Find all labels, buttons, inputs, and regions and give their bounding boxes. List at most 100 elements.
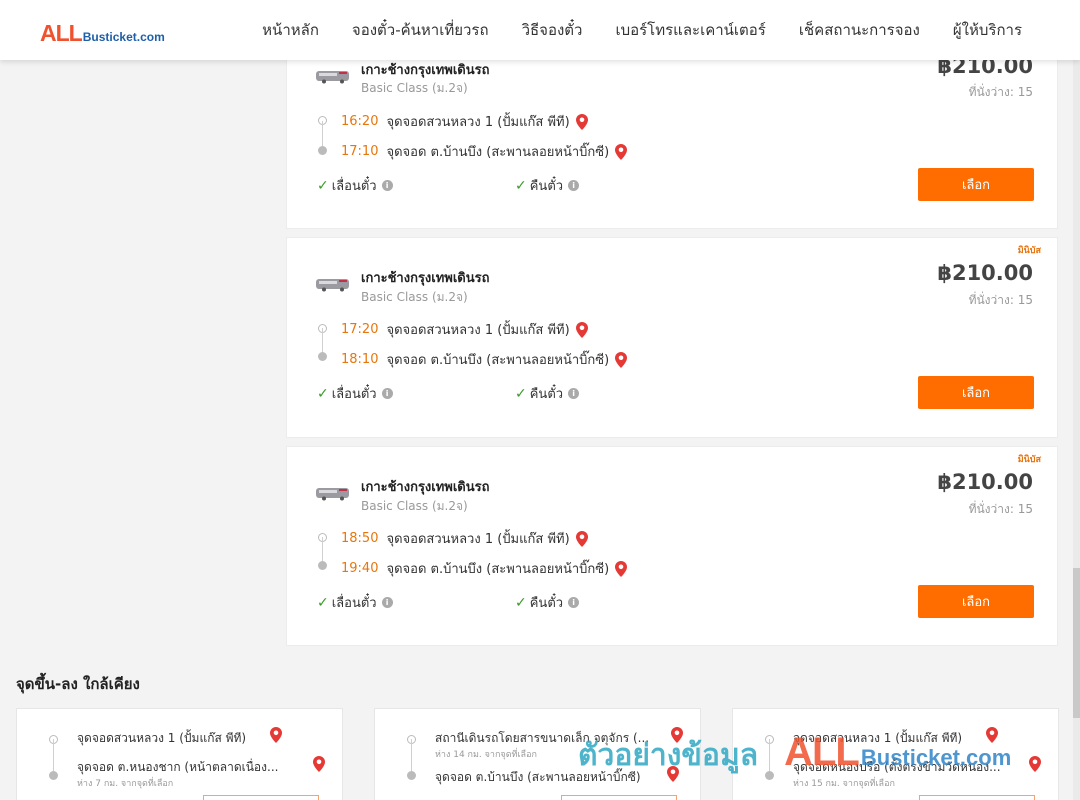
departure-time: 18:50 — [341, 531, 379, 546]
trip-price: ฿210.00 — [937, 470, 1033, 494]
select-trip-button[interactable]: เลือก — [918, 168, 1034, 201]
refund-policy: ✓ คืนตั๋ว i — [515, 175, 580, 196]
nearby-select-button[interactable] — [203, 795, 319, 800]
map-pin-icon[interactable] — [575, 321, 588, 338]
info-icon[interactable]: i — [381, 388, 393, 399]
route-name: เกาะช้างกรุงเทพเดินรถ — [361, 63, 490, 78]
bus-class: Basic Class (ม.2จ) — [361, 81, 468, 95]
refund-label: คืนตั๋ว — [529, 596, 564, 611]
check-icon: ✓ — [317, 385, 329, 402]
postpone-policy: ✓ เลื่อนตั๋ว i — [317, 175, 393, 196]
map-pin-icon[interactable] — [615, 143, 628, 160]
bus-operator-logo-icon — [316, 488, 349, 501]
arrival-row: 19:40 จุดจอด ต.บ้านบึง (สะพานลอยหน้าบิ๊ก… — [341, 558, 628, 579]
info-icon[interactable]: i — [381, 597, 393, 608]
nav-home[interactable]: หน้าหลัก — [262, 18, 319, 42]
postpone-label: เลื่อนตั๋ว — [331, 179, 377, 194]
seats-available: ที่นั่งว่าง: 15 — [968, 293, 1033, 307]
map-pin-icon[interactable] — [575, 530, 588, 547]
info-icon[interactable]: i — [568, 180, 580, 191]
bus-operator-logo-icon — [316, 279, 349, 292]
nav-book-search[interactable]: จองตั๋ว-ค้นหาเที่ยวรถ — [352, 18, 489, 42]
departure-row: 17:20 จุดจอดสวนหลวง 1 (ปั้มแก๊ส พีที) — [341, 319, 588, 340]
to-dot — [49, 771, 58, 780]
departure-stop: จุดจอดสวนหลวง 1 (ปั้มแก๊ส พีที) — [386, 532, 570, 547]
map-pin-icon[interactable] — [615, 351, 628, 368]
arrival-stop: จุดจอด ต.บ้านบึง (สะพานลอยหน้าบิ๊กซี) — [386, 145, 610, 160]
to-dot — [765, 771, 774, 780]
timeline-line — [322, 328, 323, 354]
map-pin-icon[interactable] — [313, 756, 325, 772]
nearby-from-distance: ห่าง 14 กม. จากจุดที่เลือก — [435, 750, 537, 760]
logo-all-text: ALL — [40, 20, 83, 46]
timeline-line — [411, 739, 412, 771]
refund-label: คืนตั๋ว — [529, 179, 564, 194]
seats-available: ที่นั่งว่าง: 15 — [968, 85, 1033, 99]
trip-tag: มินิบัส — [1017, 246, 1041, 256]
nearby-select-button[interactable] — [561, 795, 677, 800]
departure-row: 18:50 จุดจอดสวนหลวง 1 (ปั้มแก๊ส พีที) — [341, 528, 588, 549]
timeline-line — [322, 537, 323, 563]
info-icon[interactable]: i — [381, 180, 393, 191]
arrival-time: 17:10 — [341, 144, 379, 159]
nearby-from-stop: สถานีเดินรถโดยสารขนาดเล็ก จตุจักร (... — [435, 731, 650, 745]
map-pin-icon[interactable] — [671, 727, 683, 743]
refund-label: คืนตั๋ว — [529, 387, 564, 402]
info-icon[interactable]: i — [568, 388, 580, 399]
bus-class: Basic Class (ม.2จ) — [361, 499, 468, 513]
nav-how-to-book[interactable]: วิธีจองตั๋ว — [522, 18, 583, 42]
nearby-to-stop: จุดจอดหนองปรือ (ตั้งตรงข้ามวัดหนอง... — [793, 760, 1001, 774]
arrival-dot — [318, 146, 327, 155]
nearby-to-stop: จุดจอด ต.หนองชาก (หน้าตลาดเนื่อง... — [77, 760, 279, 774]
postpone-label: เลื่อนตั๋ว — [331, 387, 377, 402]
nearby-from-stop: จุดจอดสวนหลวง 1 (ปั้มแก๊ส พีที) — [793, 731, 963, 745]
nearby-to-distance: ห่าง 7 กม. จากจุดที่เลือก — [77, 779, 174, 789]
select-trip-button[interactable]: เลือก — [918, 585, 1034, 618]
check-icon: ✓ — [317, 177, 329, 194]
check-icon: ✓ — [515, 177, 527, 194]
info-icon[interactable]: i — [568, 597, 580, 608]
site-header: ALL Busticket.com หน้าหลัก จองตั๋ว-ค้นหา… — [0, 0, 1080, 60]
departure-time: 16:20 — [341, 114, 379, 129]
map-pin-icon[interactable] — [986, 727, 998, 743]
arrival-row: 17:10 จุดจอด ต.บ้านบึง (สะพานลอยหน้าบิ๊ก… — [341, 141, 628, 162]
to-dot — [407, 771, 416, 780]
nav-operators[interactable]: ผู้ให้บริการ — [953, 18, 1022, 42]
nearby-section-title: จุดขึ้น-ลง ใกล้เคียง — [16, 675, 140, 693]
nearby-card[interactable]: จุดจอดสวนหลวง 1 (ปั้มแก๊ส พีที) จุดจอดหน… — [732, 708, 1059, 800]
departure-row: 16:20 จุดจอดสวนหลวง 1 (ปั้มแก๊ส พีที) — [341, 111, 588, 132]
postpone-policy: ✓ เลื่อนตั๋ว i — [317, 592, 393, 613]
arrival-stop: จุดจอด ต.บ้านบึง (สะพานลอยหน้าบิ๊กซี) — [386, 562, 610, 577]
check-icon: ✓ — [515, 385, 527, 402]
departure-stop: จุดจอดสวนหลวง 1 (ปั้มแก๊ส พีที) — [386, 115, 570, 130]
check-icon: ✓ — [515, 594, 527, 611]
nearby-card[interactable]: สถานีเดินรถโดยสารขนาดเล็ก จตุจักร (... ห… — [374, 708, 701, 800]
arrival-time: 19:40 — [341, 561, 379, 576]
arrival-dot — [318, 561, 327, 570]
bus-operator-logo-icon — [316, 71, 349, 84]
arrival-row: 18:10 จุดจอด ต.บ้านบึง (สะพานลอยหน้าบิ๊ก… — [341, 349, 628, 370]
timeline-line — [769, 739, 770, 771]
page-scrollbar-thumb[interactable] — [1073, 568, 1080, 718]
nav-check-booking[interactable]: เช็คสถานะการจอง — [799, 18, 920, 42]
trip-tag: มินิบัส — [1017, 455, 1041, 465]
map-pin-icon[interactable] — [615, 560, 628, 577]
nearby-card[interactable]: จุดจอดสวนหลวง 1 (ปั้มแก๊ส พีที) จุดจอด ต… — [16, 708, 343, 800]
timeline-line — [322, 121, 323, 147]
map-pin-icon[interactable] — [575, 113, 588, 130]
map-pin-icon[interactable] — [270, 727, 282, 743]
trip-card: มินิบัส เกาะช้างกรุงเทพเดินรถ Basic Clas… — [286, 446, 1058, 646]
timeline-line — [53, 739, 54, 771]
site-logo[interactable]: ALL Busticket.com — [40, 20, 165, 47]
select-trip-button[interactable]: เลือก — [918, 376, 1034, 409]
map-pin-icon[interactable] — [1029, 756, 1041, 772]
departure-time: 17:20 — [341, 322, 379, 337]
nearby-select-button[interactable] — [919, 795, 1035, 800]
route-name: เกาะช้างกรุงเทพเดินรถ — [361, 271, 490, 286]
bus-class: Basic Class (ม.2จ) — [361, 290, 468, 304]
arrival-dot — [318, 352, 327, 361]
check-icon: ✓ — [317, 594, 329, 611]
nav-contact-counters[interactable]: เบอร์โทรและเคาน์เตอร์ — [615, 18, 765, 42]
postpone-policy: ✓ เลื่อนตั๋ว i — [317, 383, 393, 404]
map-pin-icon[interactable] — [667, 766, 679, 782]
